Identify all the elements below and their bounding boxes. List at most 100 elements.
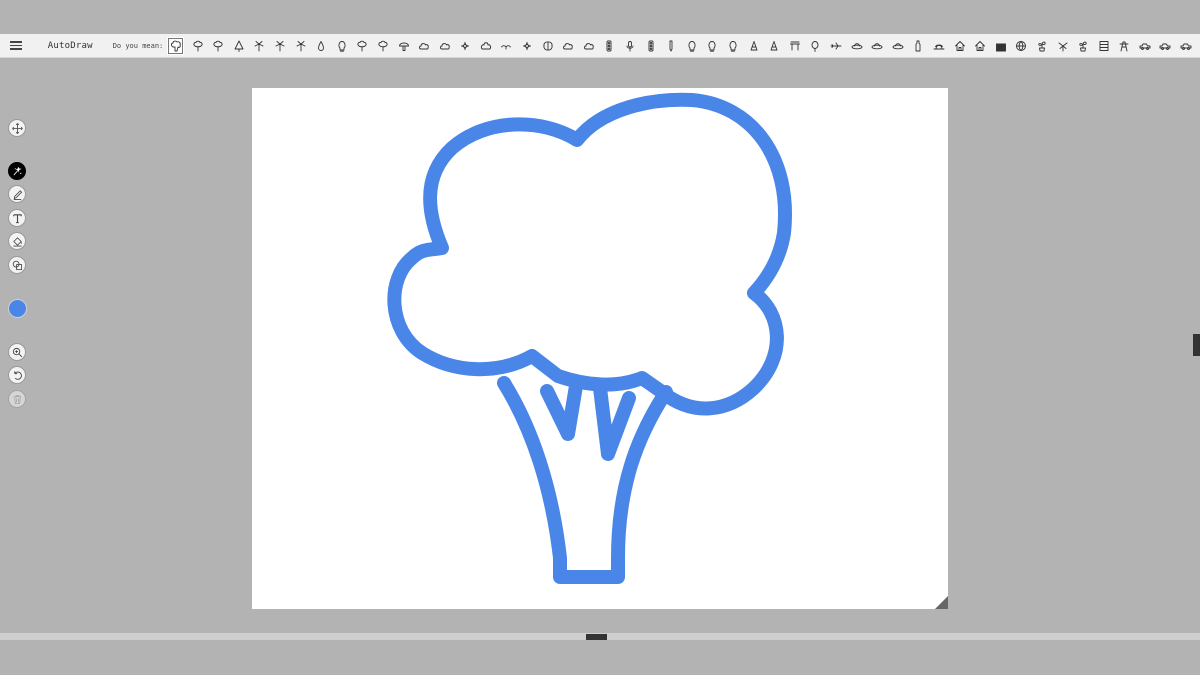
type-tool-button[interactable] [8, 209, 26, 227]
lightbulb-icon [338, 40, 346, 52]
suggestion-item[interactable] [311, 37, 332, 55]
cloud-icon [419, 42, 429, 49]
suggestion-item[interactable] [640, 37, 661, 55]
suggestion-item[interactable] [1032, 37, 1053, 55]
suggestion-item[interactable] [414, 37, 435, 55]
tree-icon [357, 40, 367, 51]
airplane-icon [830, 42, 842, 49]
suggestions-strip [167, 36, 1200, 55]
suggestions-label: Do you mean: [112, 41, 164, 50]
table-icon [789, 41, 800, 50]
suggestion-item[interactable] [846, 37, 867, 55]
suggestion-item[interactable] [784, 37, 805, 55]
suggestion-item[interactable] [826, 37, 847, 55]
suggestion-item[interactable] [887, 37, 908, 55]
suggestion-item[interactable] [1155, 37, 1176, 55]
suggestion-item[interactable] [661, 37, 682, 55]
raindrop-icon [318, 40, 325, 51]
suggestion-item[interactable] [949, 37, 970, 55]
palm-tree-icon [254, 40, 264, 51]
suggestion-item[interactable] [579, 37, 600, 55]
suggestion-item[interactable] [496, 37, 517, 55]
suggestion-item[interactable] [187, 37, 208, 55]
bird-icon [501, 44, 512, 49]
undo-button[interactable] [8, 366, 26, 384]
ufo-icon [851, 42, 863, 49]
suggestion-item[interactable] [270, 37, 291, 55]
suggestion-item[interactable] [1093, 37, 1114, 55]
cloud-icon [563, 42, 573, 49]
suggestion-item[interactable] [682, 37, 703, 55]
undo-icon [13, 370, 22, 380]
bush-icon [480, 41, 491, 49]
suggestion-item[interactable] [434, 37, 455, 55]
broccoli-drawing [387, 92, 792, 584]
fill-tool-button[interactable] [8, 232, 26, 250]
suggestion-item[interactable] [290, 37, 311, 55]
traffic-light-icon [648, 40, 654, 51]
suggestion-item[interactable] [331, 37, 352, 55]
suggestion-item[interactable] [743, 37, 764, 55]
suggestion-item[interactable] [620, 37, 641, 55]
suggestion-item[interactable] [929, 37, 950, 55]
suggestion-item[interactable] [908, 37, 929, 55]
plant-icon [1079, 41, 1087, 51]
move-tool-button[interactable] [8, 119, 26, 137]
suggestion-item[interactable] [1176, 37, 1197, 55]
shelf-icon [1099, 40, 1109, 51]
suggestion-item[interactable] [1052, 37, 1073, 55]
car-icon [1139, 43, 1151, 50]
suggestion-item[interactable] [352, 37, 373, 55]
hamburger-menu-icon[interactable] [10, 34, 26, 58]
globe-icon [1016, 40, 1027, 51]
house-icon [975, 40, 986, 51]
suggestion-item[interactable] [476, 37, 497, 55]
delete-button[interactable] [8, 390, 26, 408]
hat-icon [933, 44, 945, 49]
suggestion-item[interactable] [393, 37, 414, 55]
suggestion-item[interactable] [167, 36, 185, 55]
horizontal-scroll-thumb[interactable] [586, 634, 607, 640]
suggestion-item[interactable] [970, 37, 991, 55]
suggestion-item[interactable] [558, 37, 579, 55]
zoom-icon [12, 347, 22, 357]
suggestion-item[interactable] [1114, 37, 1135, 55]
suggestion-item[interactable] [1073, 37, 1094, 55]
suggestion-item[interactable] [764, 37, 785, 55]
suggestion-item[interactable] [1135, 37, 1156, 55]
suggestion-item[interactable] [805, 37, 826, 55]
tree-icon [193, 40, 203, 51]
fill-icon [12, 236, 22, 246]
suggestion-item[interactable] [373, 37, 394, 55]
shape-tool-button[interactable] [8, 256, 26, 274]
autodraw-tool-button[interactable] [8, 162, 26, 180]
drawing-canvas[interactable] [252, 88, 948, 609]
color-picker[interactable] [8, 299, 27, 318]
cloud-icon [439, 42, 450, 49]
suggestion-item[interactable] [517, 37, 538, 55]
suggestion-item[interactable] [723, 37, 744, 55]
mushroom-icon [398, 42, 409, 51]
suggestion-item[interactable] [702, 37, 723, 55]
canvas-resize-handle[interactable] [935, 596, 948, 609]
trash-icon [13, 394, 21, 404]
vertical-scroll-thumb[interactable] [1193, 334, 1200, 356]
suggestion-item[interactable] [867, 37, 888, 55]
autodraw-icon [13, 166, 22, 175]
house-icon [954, 40, 965, 51]
suggestion-item[interactable] [990, 37, 1011, 55]
suggestion-item[interactable] [1011, 37, 1032, 55]
zoom-tool-button[interactable] [8, 343, 26, 361]
car-icon [1180, 43, 1192, 50]
suggestion-item[interactable] [1196, 37, 1200, 55]
palm-tree-icon [296, 40, 305, 51]
pencil-icon [669, 40, 673, 51]
suggestion-item[interactable] [228, 37, 249, 55]
suggestion-item[interactable] [249, 37, 270, 55]
draw-tool-button[interactable] [8, 185, 26, 203]
suggestion-item[interactable] [599, 37, 620, 55]
suggestion-item[interactable] [455, 37, 476, 55]
traffic-light-icon [606, 40, 612, 51]
suggestion-item[interactable] [208, 37, 229, 55]
suggestion-item[interactable] [537, 37, 558, 55]
